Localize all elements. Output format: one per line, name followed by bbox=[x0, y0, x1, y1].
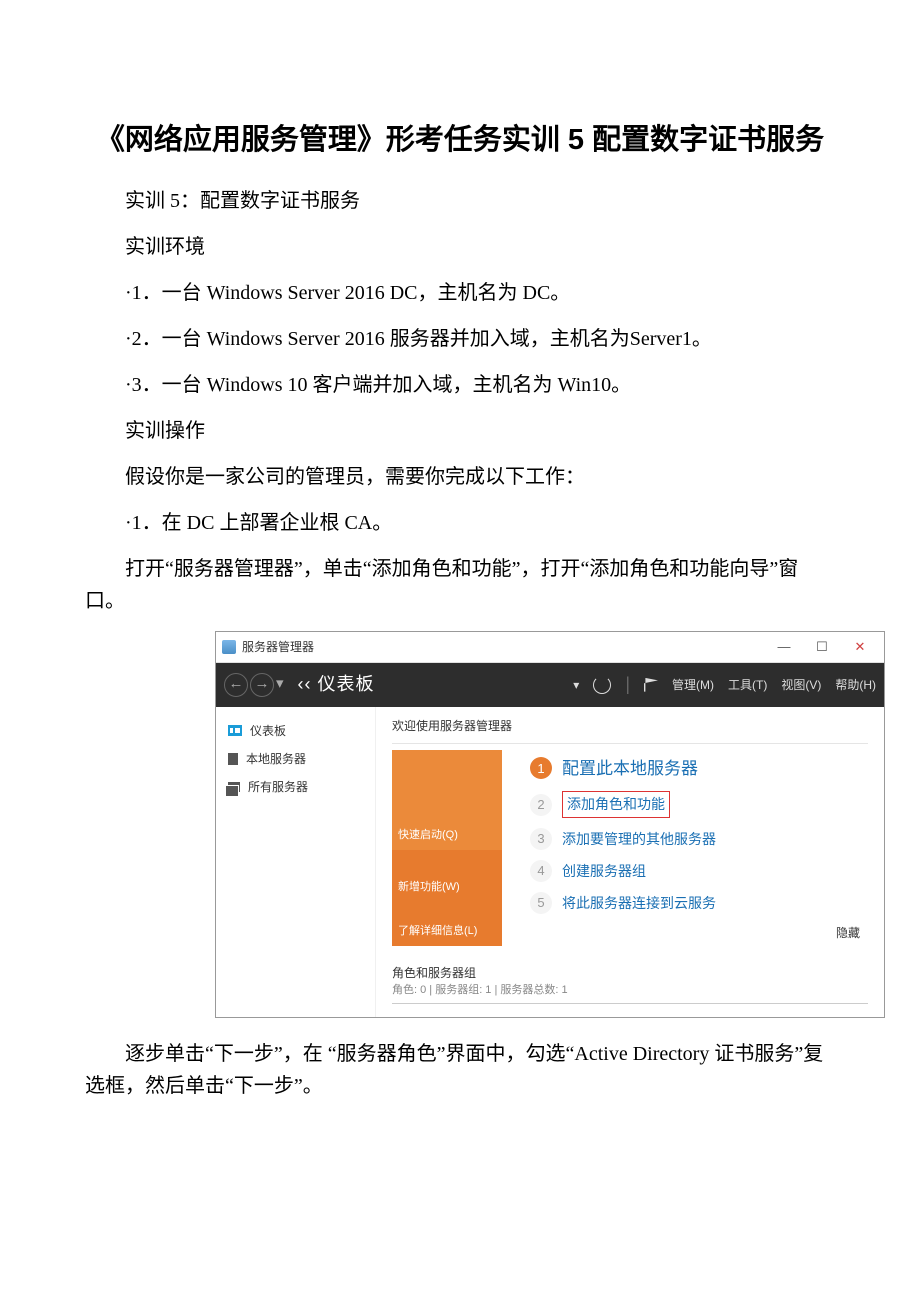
para-env-1: ·1．一台 Windows Server 2016 DC，主机名为 DC。 bbox=[85, 277, 835, 309]
sidebar-item-dashboard[interactable]: 仪表板 bbox=[216, 717, 375, 745]
step-label: 添加要管理的其他服务器 bbox=[562, 829, 716, 850]
local-server-icon bbox=[228, 753, 238, 765]
separator: | bbox=[625, 671, 630, 698]
roles-groups-section: 角色和服务器组 角色: 0 | 服务器组: 1 | 服务器总数: 1 bbox=[392, 958, 868, 1004]
main-panel: 欢迎使用服务器管理器 快速启动(Q) 新增功能(W) 了解详细信息(L) 1 配… bbox=[376, 707, 884, 1017]
back-button[interactable]: ← bbox=[224, 673, 248, 697]
para-instruction-2: 逐步单击“下一步”，在 “服务器角色”界面中，勾选“Active Directo… bbox=[85, 1038, 835, 1102]
para-op-intro: 假设你是一家公司的管理员，需要你完成以下工作： bbox=[85, 461, 835, 493]
menu-tools[interactable]: 工具(T) bbox=[728, 676, 767, 694]
roles-groups-counts: 角色: 0 | 服务器组: 1 | 服务器总数: 1 bbox=[392, 982, 868, 1004]
nav-arrows: ← → ▾ bbox=[224, 673, 284, 697]
menu-view[interactable]: 视图(V) bbox=[781, 676, 821, 694]
para-env-3: ·3．一台 Windows 10 客户端并加入域，主机名为 Win10。 bbox=[85, 369, 835, 401]
notifications-flag-icon[interactable] bbox=[644, 678, 658, 692]
header-bar: ← → ▾ ‹‹ 仪表板 ▾ | 管理(M) 工具(T) 视图(V) 帮助(H) bbox=[216, 663, 884, 707]
sidebar-label: 仪表板 bbox=[250, 722, 286, 740]
step-number-icon: 2 bbox=[530, 794, 552, 816]
sidebar-label: 本地服务器 bbox=[246, 750, 306, 768]
step-number-icon: 1 bbox=[530, 757, 552, 779]
sidebar: 仪表板 本地服务器 所有服务器 bbox=[216, 707, 376, 1017]
main-body: 仪表板 本地服务器 所有服务器 欢迎使用服务器管理器 快速启动(Q) 新增功能(… bbox=[216, 707, 884, 1017]
nav-dropdown-icon[interactable]: ▾ bbox=[276, 673, 284, 696]
step-2-add-roles[interactable]: 2 添加角色和功能 bbox=[530, 791, 868, 818]
refresh-icon[interactable] bbox=[593, 676, 611, 694]
document-content: 《网络应用服务管理》形考任务实训 5 配置数字证书服务 实训 5：配置数字证书服… bbox=[85, 120, 835, 1102]
sidebar-label: 所有服务器 bbox=[248, 778, 308, 796]
roles-groups-title: 角色和服务器组 bbox=[392, 964, 868, 982]
breadcrumb-dropdown-icon[interactable]: ▾ bbox=[573, 676, 579, 694]
minimize-button[interactable]: — bbox=[766, 636, 802, 658]
app-icon bbox=[222, 640, 236, 654]
step-number-icon: 3 bbox=[530, 828, 552, 850]
step-label: 将此服务器连接到云服务 bbox=[562, 893, 716, 914]
server-manager-screenshot: 服务器管理器 — ☐ ✕ ← → ▾ ‹‹ 仪表板 ▾ | 管理(M) 工具(T… bbox=[215, 631, 885, 1018]
maximize-button[interactable]: ☐ bbox=[804, 636, 840, 658]
dashboard-icon bbox=[228, 725, 242, 736]
para-instruction-1: 打开“服务器管理器”，单击“添加角色和功能”，打开“添加角色和功能向导”窗口。 bbox=[85, 553, 835, 617]
tile-quickstart[interactable]: 快速启动(Q) bbox=[392, 750, 502, 850]
step-label: 添加角色和功能 bbox=[562, 791, 670, 818]
para-env-heading: 实训环境 bbox=[85, 231, 835, 263]
window-title: 服务器管理器 bbox=[242, 638, 766, 656]
welcome-heading: 欢迎使用服务器管理器 bbox=[392, 717, 868, 744]
step-4[interactable]: 4 创建服务器组 bbox=[530, 860, 868, 882]
sidebar-item-all[interactable]: 所有服务器 bbox=[216, 773, 375, 801]
step-label: 创建服务器组 bbox=[562, 861, 646, 882]
hide-link[interactable]: 隐藏 bbox=[836, 924, 868, 942]
step-number-icon: 4 bbox=[530, 860, 552, 882]
breadcrumb: ‹‹ 仪表板 bbox=[298, 671, 375, 698]
menu-help[interactable]: 帮助(H) bbox=[835, 676, 876, 694]
para-op-heading: 实训操作 bbox=[85, 415, 835, 447]
forward-button[interactable]: → bbox=[250, 673, 274, 697]
all-servers-icon bbox=[228, 782, 240, 792]
tile-learnmore[interactable]: 了解详细信息(L) bbox=[392, 902, 502, 946]
doc-title: 《网络应用服务管理》形考任务实训 5 配置数字证书服务 bbox=[85, 120, 835, 161]
step-5[interactable]: 5 将此服务器连接到云服务 bbox=[530, 892, 868, 914]
hide-row: 隐藏 bbox=[530, 924, 868, 942]
close-button[interactable]: ✕ bbox=[842, 636, 878, 658]
step-label: 配置此本地服务器 bbox=[562, 756, 698, 782]
sidebar-item-local[interactable]: 本地服务器 bbox=[216, 745, 375, 773]
step-number-icon: 5 bbox=[530, 892, 552, 914]
step-3[interactable]: 3 添加要管理的其他服务器 bbox=[530, 828, 868, 850]
para-subtitle: 实训 5：配置数字证书服务 bbox=[85, 185, 835, 217]
window-controls: — ☐ ✕ bbox=[766, 636, 878, 658]
step-1[interactable]: 1 配置此本地服务器 bbox=[530, 756, 868, 782]
para-env-2: ·2．一台 Windows Server 2016 服务器并加入域，主机名为Se… bbox=[85, 323, 835, 355]
steps-column: 1 配置此本地服务器 2 添加角色和功能 3 添加要管理的其他服务器 4 bbox=[502, 750, 868, 949]
window-titlebar: 服务器管理器 — ☐ ✕ bbox=[216, 632, 884, 663]
header-right: ▾ | 管理(M) 工具(T) 视图(V) 帮助(H) bbox=[573, 671, 876, 698]
para-task-1: ·1．在 DC 上部署企业根 CA。 bbox=[85, 507, 835, 539]
menu-manage[interactable]: 管理(M) bbox=[672, 676, 714, 694]
tile-whatsnew[interactable]: 新增功能(W) bbox=[392, 850, 502, 902]
quickstart-column: 快速启动(Q) 新增功能(W) 了解详细信息(L) bbox=[392, 750, 502, 949]
tile-row: 快速启动(Q) 新增功能(W) 了解详细信息(L) 1 配置此本地服务器 2 添… bbox=[392, 750, 868, 949]
